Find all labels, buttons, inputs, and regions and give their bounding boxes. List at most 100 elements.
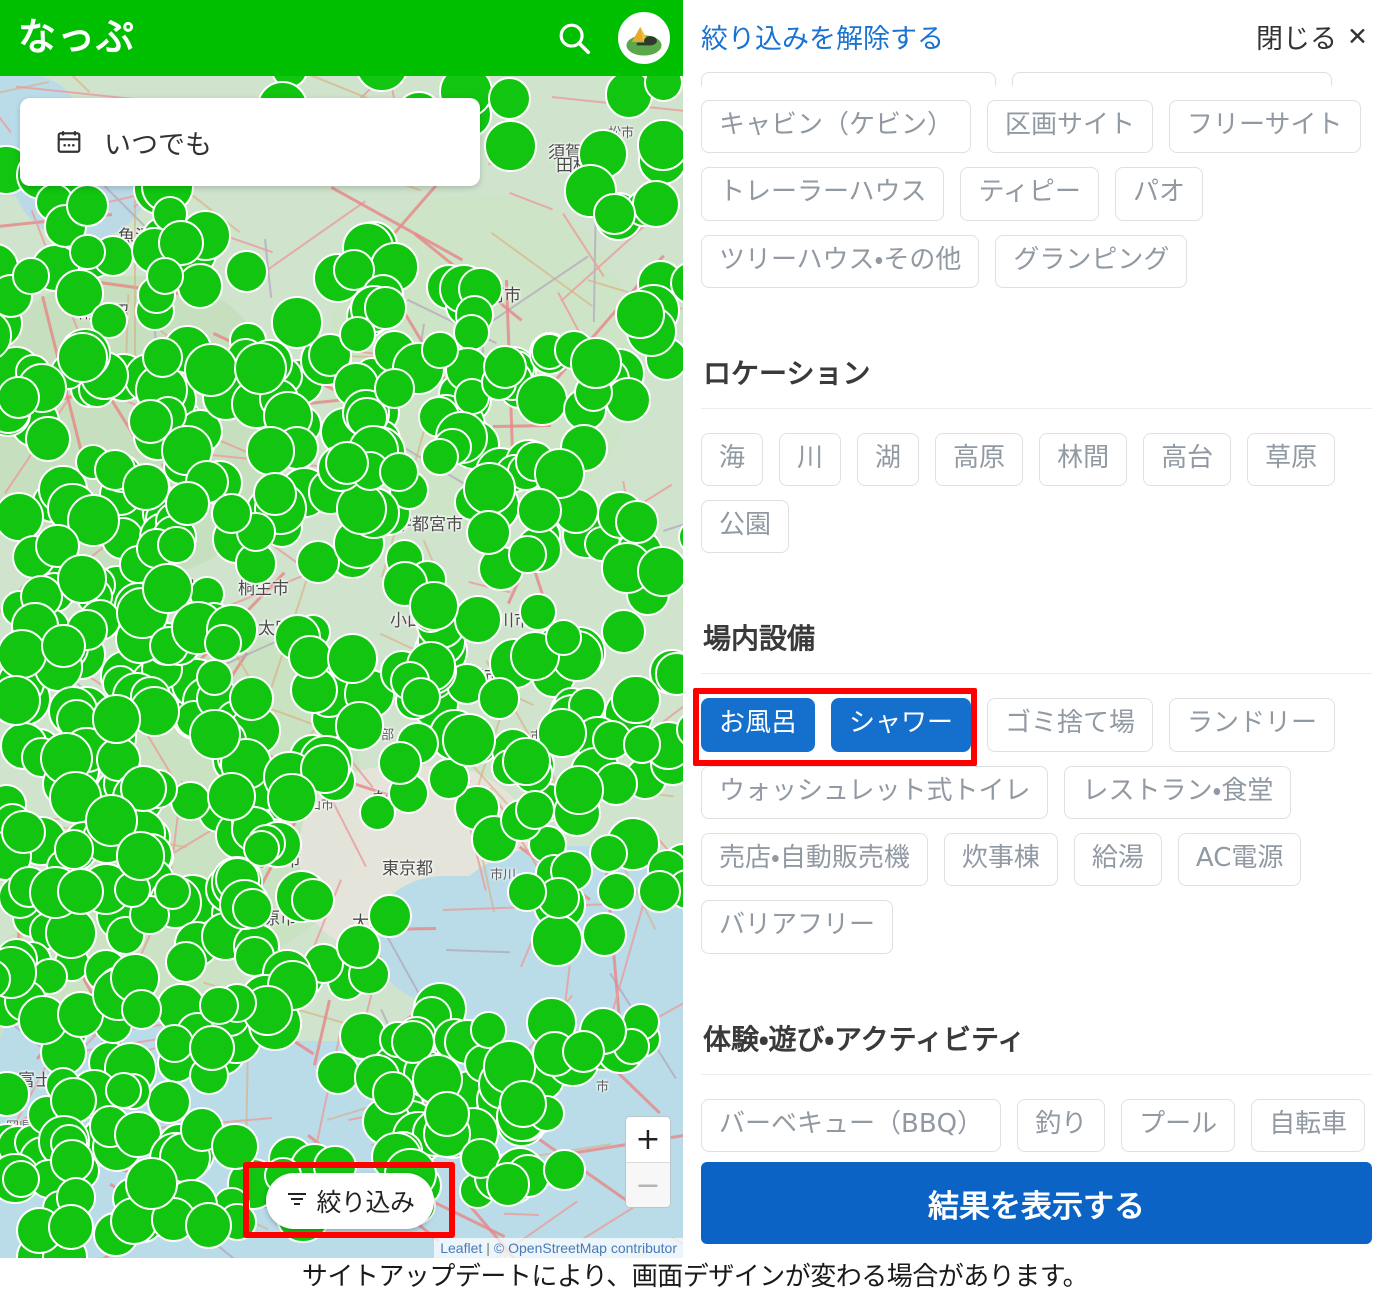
campsite-marker[interactable] [637,546,683,598]
campsite-marker[interactable] [502,737,552,787]
campsite-marker[interactable] [141,336,183,378]
map-canvas[interactable]: 魚沼市南魚沼須賀川市田村市松市白河市田原烏山宇都宮市岡市前橋市桐生市太田市小山市… [0,76,683,1258]
filter-chip[interactable]: プール [1121,1098,1236,1152]
campsite-marker[interactable] [378,740,423,785]
reset-filters-link[interactable]: 絞り込みを解除する [701,17,944,56]
filter-chip[interactable]: ツリーハウス・その他 [701,234,980,288]
campsite-marker[interactable] [483,345,528,389]
leaflet-link[interactable]: Leaflet [440,1240,482,1256]
campsite-marker[interactable] [1,809,46,854]
campsite-marker[interactable] [189,708,241,761]
campsite-marker[interactable] [615,289,665,340]
campsite-marker[interactable] [593,192,636,236]
campsite-marker[interactable] [507,872,547,912]
campsite-marker[interactable] [228,675,274,721]
campsite-marker[interactable] [487,77,531,121]
filter-chip[interactable]: 売店・自動販売機 [701,833,928,887]
campsite-marker[interactable] [420,437,459,476]
zoom-in-button[interactable]: + [626,1117,670,1162]
campsite-marker[interactable] [224,250,268,294]
campsite-marker[interactable] [354,76,409,93]
campsite-marker[interactable] [543,1148,586,1191]
filter-chip[interactable]: レストラン・食堂 [1064,765,1292,820]
campsite-marker[interactable] [177,262,224,309]
filter-chip[interactable]: キャビン（ケビン） [701,100,972,154]
filter-chip-row[interactable]: お風呂 シャワー ゴミ捨て場 ランドリー ウォッシュレット式トイレ レストラン・食堂 売店・… [701,698,1372,954]
filter-chip[interactable]: パオ [1114,167,1203,221]
campsite-marker[interactable] [242,829,280,867]
campsite-marker[interactable] [517,488,562,534]
campsite-marker[interactable] [253,472,297,516]
campsite-marker[interactable] [484,119,538,173]
campsite-marker[interactable] [338,315,376,353]
campsite-marker[interactable] [485,1162,531,1208]
campsite-marker[interactable] [611,675,661,725]
campsite-marker[interactable] [120,989,163,1031]
campsite-marker[interactable] [199,985,239,1025]
filter-chip-row[interactable]: バーベキュー（BBQ） 釣り プール 自転車 [701,1098,1372,1152]
campsite-marker[interactable] [515,790,555,831]
campsite-marker[interactable] [371,1070,416,1115]
campsite-marker[interactable] [210,1122,259,1171]
filter-chip[interactable]: 公園 [701,500,790,554]
campsite-marker[interactable] [453,314,491,351]
campsite-marker[interactable] [554,765,604,815]
campsite-marker[interactable] [195,658,233,697]
filter-chip[interactable]: 給湯 [1073,833,1162,887]
campsite-marker[interactable] [570,337,622,389]
campsite-marker[interactable] [231,887,274,929]
campsite-marker[interactable] [165,481,210,527]
filter-chip[interactable]: グランピング [995,234,1188,288]
camp-avatar-icon[interactable] [618,12,670,64]
close-panel-button[interactable]: 閉じる ✕ [1256,17,1368,56]
campsite-marker[interactable] [1,1159,40,1198]
campsite-marker[interactable] [125,1157,178,1210]
filter-chip[interactable]: 川 [779,432,842,487]
filter-chip[interactable]: バリアフリー [701,900,894,954]
campsite-marker[interactable] [498,1080,547,1129]
filter-chip[interactable]: ランドリー [1169,698,1336,752]
filter-chip[interactable]: ティピー [960,167,1099,221]
filter-panel-scroll-area[interactable]: キャビン（ケビン） 区画サイト フリーサイト トレーラーハウス ティピー パオ ツリーハウス… [683,72,1390,1258]
campsite-marker[interactable] [57,554,108,604]
filter-chip[interactable]: AC電源 [1177,833,1302,887]
filter-chip-selected[interactable]: お風呂 [701,698,816,752]
campsite-marker[interactable] [48,1203,94,1250]
campsite-marker[interactable] [600,609,646,655]
campsite-marker[interactable] [25,416,71,462]
campsite-marker[interactable] [12,256,50,295]
filter-chip[interactable]: 海 [701,432,764,487]
campsite-marker[interactable] [211,493,252,534]
campsite-marker[interactable] [441,712,496,767]
campsite-marker[interactable] [477,677,521,720]
campsite-marker[interactable] [65,183,109,227]
campsite-marker[interactable] [637,870,681,914]
campsite-marker[interactable] [545,618,582,656]
campsite-marker[interactable] [105,1071,143,1109]
campsite-marker[interactable] [270,296,324,349]
filter-chip[interactable]: 釣り [1017,1098,1106,1152]
zoom-out-button[interactable]: − [626,1162,670,1207]
campsite-marker[interactable] [326,632,378,685]
filter-chip[interactable]: 高原 [935,432,1024,487]
app-logo[interactable]: なっぷ [18,19,135,57]
campsite-marker[interactable] [466,509,512,555]
filter-chip[interactable]: 炊事棟 [943,833,1058,887]
campsite-marker[interactable] [267,773,317,823]
campsite-marker[interactable] [91,694,141,744]
campsite-marker[interactable] [69,233,106,271]
filter-chip-row[interactable]: 海川湖高原 林間 高台 草原 公園 [701,432,1372,554]
campsite-marker[interactable] [184,1201,232,1249]
campsite-marker[interactable] [50,1138,94,1183]
campsite-marker[interactable] [115,830,166,881]
accommodation-chip-row[interactable]: キャビン（ケビン） 区画サイト フリーサイト トレーラーハウス ティピー パオ ツリーハウス… [701,100,1372,288]
campsite-marker[interactable] [157,525,197,565]
map-zoom-control[interactable]: + − [625,1116,671,1208]
date-filter-card[interactable]: いつでも [20,98,480,186]
campsite-marker[interactable] [245,426,296,476]
filter-chip[interactable]: フリーサイト [1169,100,1361,154]
campsite-marker[interactable] [41,624,86,669]
map-filter-button[interactable]: 絞り込み [266,1173,434,1229]
campsite-marker[interactable] [0,376,40,420]
filter-chip[interactable]: 草原 [1247,432,1336,487]
